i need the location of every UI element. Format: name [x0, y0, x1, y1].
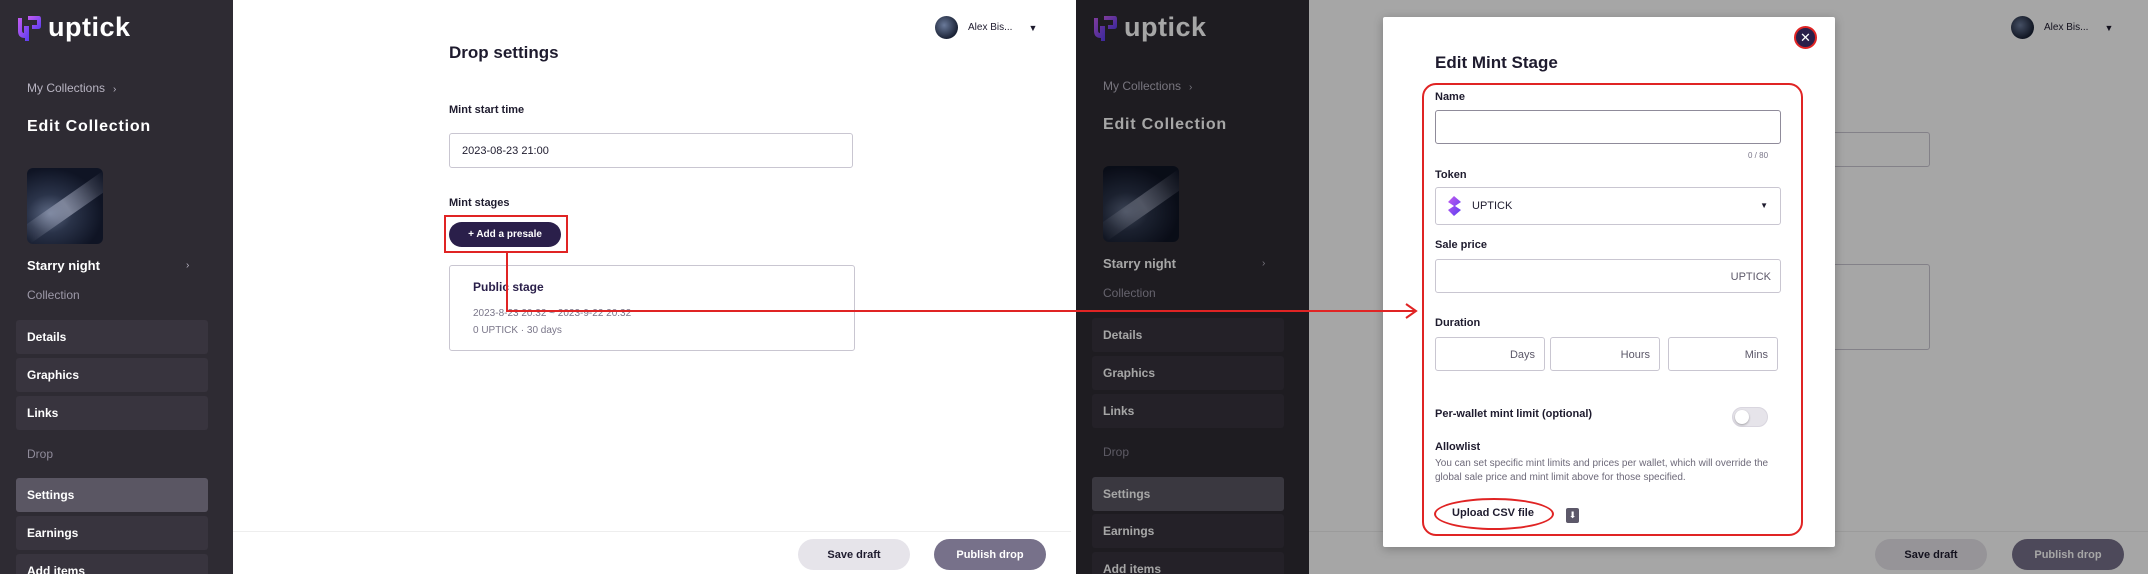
token-select[interactable]: UPTICK ▼ [1435, 187, 1781, 225]
sale-price-input[interactable]: UPTICK [1435, 259, 1781, 293]
duration-mins-input[interactable]: Mins [1668, 337, 1778, 371]
chevron-right-icon: › [113, 84, 117, 95]
stage-title: Public stage [473, 280, 544, 294]
modal-title: Edit Mint Stage [1435, 53, 1558, 72]
sidebar-item-add-items[interactable]: Add items [16, 554, 208, 574]
sidebar-item-earnings[interactable]: Earnings [16, 516, 208, 550]
duration-days-input[interactable]: Days [1435, 337, 1545, 371]
uptick-token-icon [1448, 196, 1461, 216]
close-icon[interactable]: ✕ [1794, 26, 1817, 49]
mint-limit-toggle[interactable] [1732, 407, 1768, 427]
user-menu[interactable]: Alex Bis... ▼ [935, 16, 1037, 39]
days-unit: Days [1509, 349, 1535, 361]
logo-text: uptick [48, 12, 131, 42]
save-draft-button[interactable]: Save draft [798, 539, 910, 570]
token-label: Token [1435, 169, 1467, 181]
uptick-logo-icon [18, 15, 41, 41]
edit-mint-stage-modal: ✕ Edit Mint Stage Name 0 / 80 Token UPTI… [1383, 17, 1835, 547]
highlight-box [444, 215, 568, 253]
sidebar-item-graphics[interactable]: Graphics [16, 358, 208, 392]
sale-price-label: Sale price [1435, 239, 1487, 251]
sidebar-item-details[interactable]: Details [16, 320, 208, 354]
logo[interactable]: uptick [15, 12, 131, 43]
mint-stages-label: Mint stages [449, 197, 510, 209]
name-label: Name [1435, 91, 1465, 103]
arrow-head-icon [1405, 303, 1418, 319]
sidebar-section-drop: Drop [27, 447, 54, 461]
allowlist-description: You can set specific mint limits and pri… [1435, 458, 1769, 483]
duration-label: Duration [1435, 317, 1481, 329]
collection-name[interactable]: Starry night [27, 258, 100, 273]
caret-down-icon: ▼ [1760, 201, 1768, 210]
collection-thumbnail [27, 168, 103, 244]
left-screenshot: uptick My Collections › Edit Collection S… [0, 0, 1071, 574]
page-title: Edit Collection [27, 118, 151, 135]
price-currency: UPTICK [1730, 271, 1771, 283]
chevron-right-icon[interactable]: › [186, 260, 189, 271]
stage-card[interactable]: Public stage 2023-8-23 20:32 ~ 2023-9-22… [449, 265, 855, 351]
download-icon[interactable]: ⬇ [1566, 508, 1579, 523]
mint-start-input[interactable]: 2023-08-23 21:00 [449, 133, 853, 168]
duration-hours-input[interactable]: Hours [1550, 337, 1660, 371]
caret-down-icon: ▼ [1028, 22, 1038, 33]
user-name: Alex Bis... [968, 22, 1013, 33]
arrow-segment [506, 253, 508, 311]
mins-unit: Mins [1744, 349, 1768, 361]
sidebar-item-links[interactable]: Links [16, 396, 208, 430]
publish-drop-button[interactable]: Publish drop [934, 539, 1046, 570]
allowlist-label: Allowlist [1435, 441, 1481, 453]
highlight-ellipse [1434, 498, 1554, 530]
breadcrumb[interactable]: My Collections › [27, 81, 116, 95]
mint-start-label: Mint start time [449, 104, 525, 116]
avatar [935, 16, 958, 39]
arrow-segment [506, 310, 1414, 312]
main-content: Alex Bis... ▼ Drop settings Mint start t… [233, 0, 1071, 574]
collection-type: Collection [27, 288, 80, 302]
name-counter: 0 / 80 [1748, 151, 1769, 160]
breadcrumb-label: My Collections [27, 81, 106, 95]
token-value: UPTICK [1472, 200, 1513, 212]
stage-summary: 0 UPTICK · 30 days [473, 325, 562, 336]
sidebar: uptick My Collections › Edit Collection S… [0, 0, 233, 574]
mint-limit-label: Per-wallet mint limit (optional) [1435, 408, 1593, 420]
hours-unit: Hours [1620, 349, 1650, 361]
name-input[interactable] [1435, 110, 1781, 144]
drop-settings-title: Drop settings [449, 43, 559, 62]
sidebar-item-settings[interactable]: Settings [16, 478, 208, 512]
